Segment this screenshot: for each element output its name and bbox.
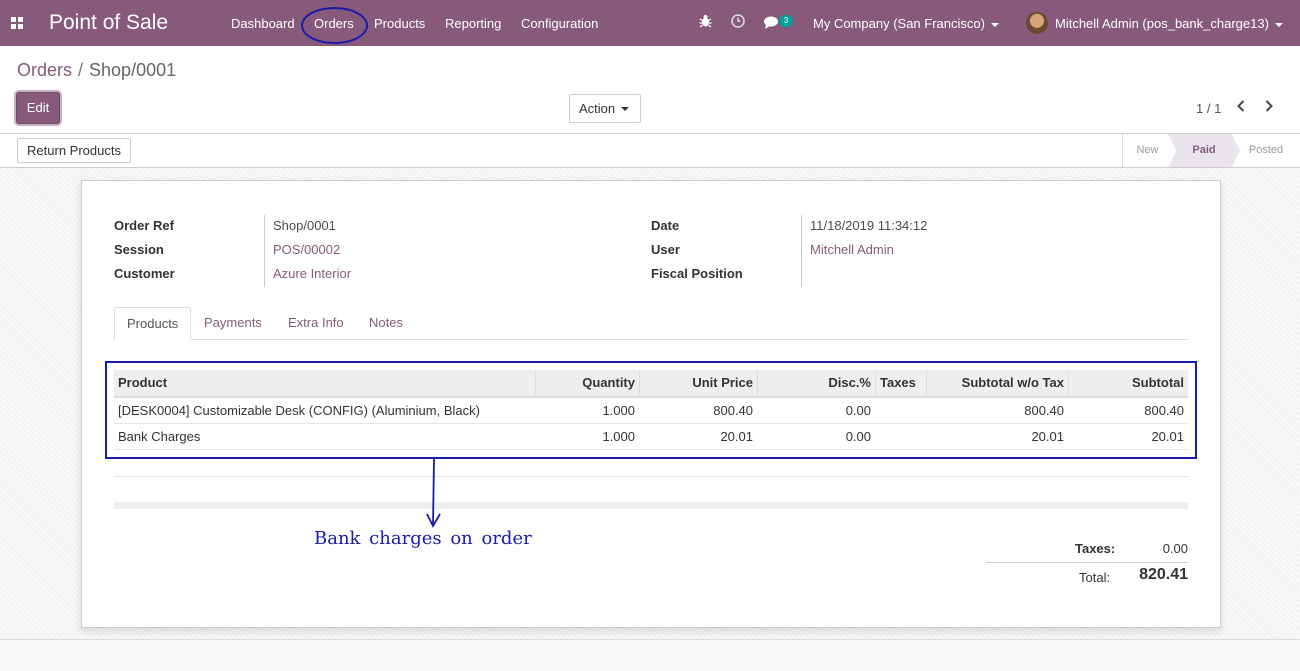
top-navbar: Point of Sale Dashboard Orders Products … [0, 0, 1300, 46]
annotation-arrow-icon [426, 459, 441, 528]
user-label: User [651, 242, 680, 257]
annotation-highlight-box [105, 361, 1197, 459]
menu-dashboard[interactable]: Dashboard [231, 16, 295, 31]
chevron-right-icon [1265, 100, 1273, 112]
edit-button[interactable]: Edit [16, 92, 60, 124]
company-switcher[interactable]: My Company (San Francisco) [813, 16, 999, 31]
action-dropdown[interactable]: Action [569, 94, 641, 123]
user-name: Mitchell Admin (pos_bank_charge13) [1055, 16, 1269, 31]
statusbar: Return Products New Paid Posted [0, 134, 1300, 168]
table-empty-row-divider [114, 476, 1188, 477]
state-posted: Posted [1248, 144, 1284, 156]
menu-configuration[interactable]: Configuration [521, 16, 598, 31]
state-new: New [1122, 134, 1172, 167]
control-panel: Orders / Shop/0001 Edit Action 1 / 1 [0, 46, 1300, 134]
session-label: Session [114, 242, 164, 257]
clock-icon[interactable] [731, 14, 745, 31]
breadcrumb-separator: / [78, 60, 84, 80]
messages-count-badge: 3 [779, 15, 793, 27]
annotation-circle [301, 7, 368, 44]
customer-label: Customer [114, 266, 175, 281]
tab-extra-info[interactable]: Extra Info [276, 307, 356, 340]
apps-icon[interactable] [11, 17, 23, 29]
date-value: 11/18/2019 11:34:12 [810, 218, 928, 233]
company-name: My Company (San Francisco) [813, 16, 985, 31]
table-footer [114, 502, 1188, 509]
annotation-label: Bank charges on order [314, 528, 532, 549]
fiscal-position-label: Fiscal Position [651, 266, 743, 281]
menu-products[interactable]: Products [374, 16, 425, 31]
breadcrumb-current: Shop/0001 [89, 60, 177, 80]
taxes-total-value: 0.00 [1162, 541, 1188, 556]
breadcrumb-orders-link[interactable]: Orders [17, 60, 72, 80]
pager-value[interactable]: 1 / 1 [1196, 101, 1221, 116]
tab-payments[interactable]: Payments [192, 307, 274, 340]
app-title: Point of Sale [49, 11, 169, 34]
pager-next-button[interactable] [1264, 99, 1274, 117]
grand-total-label: Total: [1079, 570, 1111, 585]
caret-down-icon [990, 22, 999, 27]
field-divider [264, 215, 265, 287]
order-ref-label: Order Ref [114, 218, 174, 233]
grand-total-value: 820.41 [1139, 566, 1188, 583]
action-label: Action [579, 101, 616, 116]
menu-reporting[interactable]: Reporting [445, 16, 501, 31]
return-products-button[interactable]: Return Products [17, 138, 131, 163]
date-label: Date [651, 218, 680, 233]
caret-down-icon [1274, 22, 1283, 27]
avatar[interactable] [1026, 12, 1048, 34]
page-bottom [0, 640, 1300, 671]
bug-icon[interactable] [699, 14, 712, 31]
customer-link[interactable]: Azure Interior [273, 266, 351, 281]
notebook-tabs: Products Payments Extra Info Notes [114, 307, 1188, 340]
session-link[interactable]: POS/00002 [273, 242, 340, 257]
pager-previous-button[interactable] [1236, 99, 1246, 117]
chevron-left-icon [1237, 100, 1245, 112]
order-ref-value: Shop/0001 [273, 218, 336, 233]
taxes-total-label: Taxes: [1075, 541, 1116, 556]
user-link[interactable]: Mitchell Admin [810, 242, 894, 257]
caret-down-icon [621, 106, 630, 111]
breadcrumb: Orders / Shop/0001 [17, 60, 176, 81]
tab-notes[interactable]: Notes [357, 307, 415, 340]
tab-products[interactable]: Products [114, 307, 192, 340]
totals-divider [986, 562, 1188, 563]
field-divider [801, 215, 802, 287]
chat-icon[interactable] [764, 16, 780, 32]
user-menu[interactable]: Mitchell Admin (pos_bank_charge13) [1055, 16, 1283, 31]
state-paid: Paid [1168, 134, 1240, 167]
